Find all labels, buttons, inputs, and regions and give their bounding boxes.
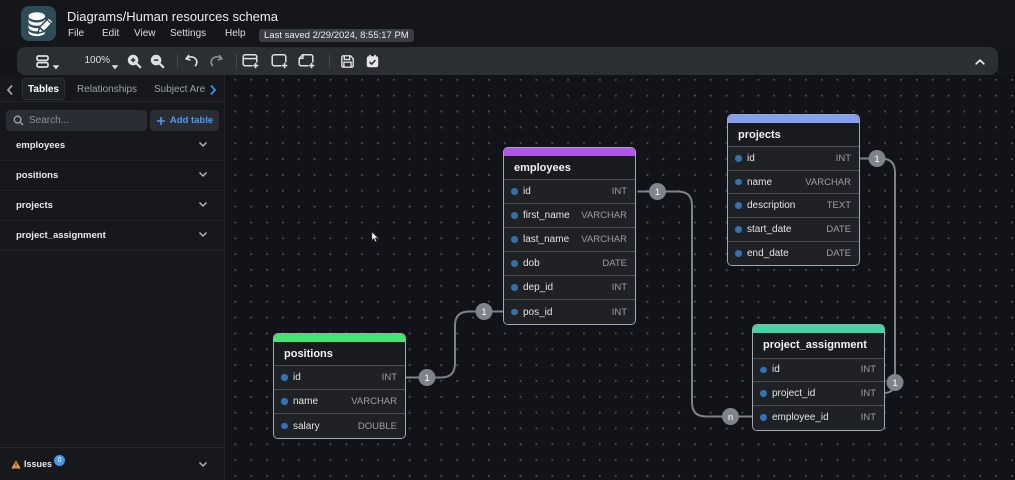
svg-text:1: 1 <box>655 187 660 198</box>
svg-text:1: 1 <box>892 378 897 389</box>
svg-text:1: 1 <box>424 373 429 384</box>
svg-text:n: n <box>728 412 733 423</box>
svg-text:1: 1 <box>874 154 879 165</box>
svg-text:1: 1 <box>481 307 486 318</box>
